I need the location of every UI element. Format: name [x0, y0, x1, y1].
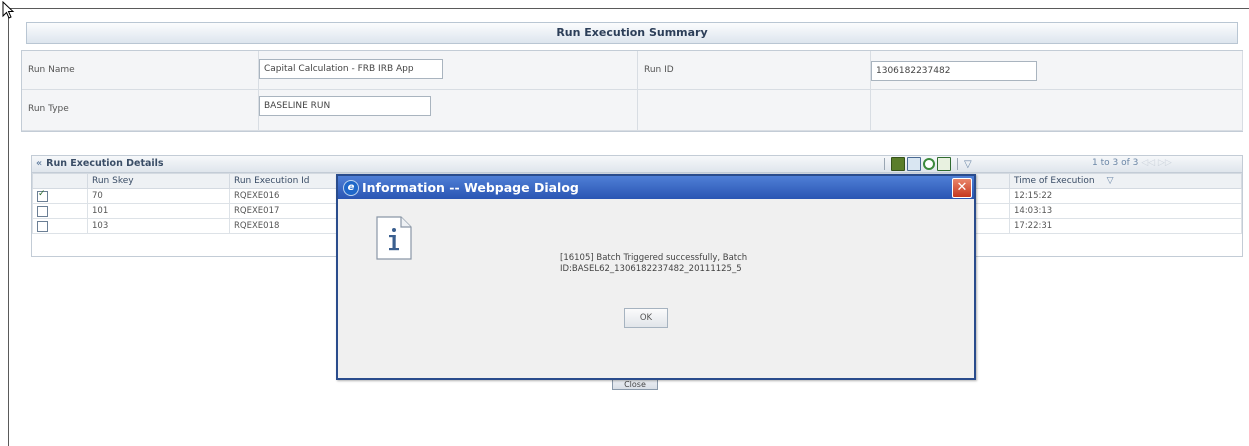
run-info-panel: Run Name Capital Calculation - FRB IRB A… — [21, 50, 1243, 132]
run-type-label-cell: Run Type — [22, 90, 259, 131]
run-id-field[interactable]: 1306182237482 — [871, 61, 1037, 81]
time-of-execution-cell: 17:22:31 — [1009, 218, 1242, 234]
run-skey-cell: 70 — [87, 188, 230, 204]
pager-text: 1 to 3 of 3 ◁◁ ▷▷ — [1092, 158, 1172, 168]
run-name-field[interactable]: Capital Calculation - FRB IRB App — [259, 59, 443, 79]
row-checkbox[interactable] — [37, 205, 48, 217]
information-dialog: e Information -- Webpage Dialog ✕ [16105… — [336, 174, 976, 380]
dialog-close-button[interactable]: ✕ — [952, 178, 972, 198]
toolbar-separator — [957, 158, 958, 170]
time-of-execution-cell: 14:03:13 — [1009, 203, 1242, 219]
dialog-message: [16105] Batch Triggered successfully, Ba… — [560, 253, 748, 274]
run-name-label-cell: Run Name — [22, 51, 259, 90]
run-id-label: Run ID — [644, 65, 674, 75]
empty-cell — [638, 90, 871, 131]
double-chevron-up-icon[interactable]: « — [36, 158, 42, 169]
run-type-value-cell: BASELINE RUN — [259, 90, 638, 131]
ok-button[interactable]: OK — [624, 308, 668, 328]
calendar-icon[interactable] — [907, 157, 921, 171]
sort-icon[interactable]: ▽ — [1107, 176, 1114, 186]
run-name-label: Run Name — [28, 65, 75, 75]
time-of-execution-cell: 12:15:22 — [1009, 188, 1242, 204]
row-checkbox-cell[interactable] — [32, 188, 88, 204]
page-title: Run Execution Summary — [26, 22, 1238, 44]
link-icon[interactable] — [923, 158, 935, 170]
grid-header: « Run Execution Details ▽ 1 to 3 of 3 ◁◁ … — [32, 156, 1242, 173]
row-checkbox[interactable] — [37, 189, 48, 202]
mouse-cursor-icon — [2, 1, 15, 19]
column-header-run-skey[interactable]: Run Skey — [87, 173, 230, 189]
run-id-value-cell: 1306182237482 — [871, 51, 1243, 90]
grid-title-text: Run Execution Details — [46, 158, 164, 169]
dialog-title-bar[interactable]: e Information -- Webpage Dialog ✕ — [338, 176, 974, 199]
row-checkbox[interactable] — [37, 220, 48, 232]
information-icon — [376, 216, 412, 260]
toolbar-separator — [884, 158, 885, 170]
dialog-title: Information -- Webpage Dialog — [362, 180, 579, 195]
run-name-value-cell: Capital Calculation - FRB IRB App — [259, 51, 638, 90]
export-icon[interactable] — [937, 157, 951, 171]
row-checkbox-cell[interactable] — [32, 203, 88, 219]
internet-explorer-icon: e — [343, 180, 359, 196]
row-checkbox-cell[interactable] — [32, 218, 88, 234]
run-skey-cell: 101 — [87, 203, 230, 219]
empty-cell — [871, 90, 1243, 131]
run-id-label-cell: Run ID — [638, 51, 871, 90]
select-column-header — [32, 173, 88, 189]
column-header-time-of-execution[interactable]: Time of Execution ▽ — [1009, 173, 1242, 189]
grid-title[interactable]: « Run Execution Details — [36, 158, 164, 169]
grid-toolbar: ▽ — [880, 157, 972, 171]
view-icon[interactable] — [891, 157, 905, 171]
run-type-label: Run Type — [28, 104, 69, 114]
run-type-field[interactable]: BASELINE RUN — [259, 96, 431, 116]
run-skey-cell: 103 — [87, 218, 230, 234]
filter-icon[interactable]: ▽ — [964, 159, 972, 170]
